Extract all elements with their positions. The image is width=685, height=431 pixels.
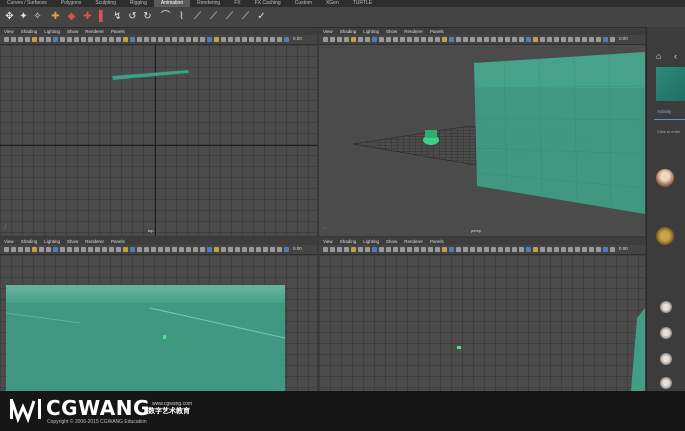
axis-gizmo-icon: ⌐ [323, 225, 328, 232]
lasso-tool-icon[interactable]: ✦ [18, 11, 29, 22]
back-arrow-icon[interactable]: ‹ [674, 51, 677, 61]
ik-handle-icon[interactable]: ↯ [112, 11, 123, 22]
shelf-tab-custom[interactable]: Custom [288, 0, 319, 7]
user-avatar[interactable] [660, 301, 672, 313]
shelf-tab-sculpting[interactable]: Sculpting [88, 0, 123, 7]
shelf-icon-bar: ✥ ✦ ✧ ✚ ◆ ✚ ▌ ↯ ↺ ↻ ⌒ ⌇ ⟋ ⟋ ⟋ ⟋ ✓ [0, 7, 685, 28]
shelf-tab-xgen[interactable]: XGen [319, 0, 346, 7]
brand-tagline: 数字艺术教育 [148, 408, 190, 415]
curve-icon[interactable]: ⌒ [160, 11, 171, 22]
joint-icon[interactable]: ↺ [127, 11, 138, 22]
side-view-object [457, 346, 461, 349]
home-icon[interactable]: ⌂ [656, 51, 661, 61]
user-avatar[interactable] [660, 353, 672, 365]
camera-icon[interactable]: ⟋ [240, 11, 251, 22]
shelf-tab-turtle[interactable]: TURTLE [346, 0, 379, 7]
move-tool-icon[interactable]: ✚ [50, 11, 61, 22]
user-avatar[interactable] [656, 169, 674, 187]
user-avatar[interactable] [660, 377, 672, 389]
viewport-bottom-right[interactable]: View Shading Lighting Show Renderer Panels 0.… [319, 238, 645, 391]
paint-select-icon[interactable]: ✧ [32, 11, 43, 22]
playblast-icon[interactable]: ⟋ [224, 11, 235, 22]
activity-tab[interactable]: Activity [657, 109, 671, 114]
persp-scene [352, 52, 645, 214]
copyright-text: Copyright © 2006-2015 CGWANG Education [47, 419, 147, 425]
viewport-bottom-left[interactable]: View Shading Lighting Show Renderer Panels 0.… [0, 238, 317, 391]
shelf-tab-fx[interactable]: FX [227, 0, 247, 7]
top-view-plane-edge [111, 69, 190, 81]
set-key-icon[interactable]: ✚ [82, 11, 93, 22]
camera-label: persp [471, 228, 482, 233]
skin-icon[interactable]: ↻ [142, 11, 153, 22]
comment-hint[interactable]: Click to enter [657, 129, 680, 134]
shelf-tab-curves[interactable]: Curves / Surfaces [0, 0, 54, 7]
camera-label: top [148, 228, 154, 233]
key-icon[interactable]: ◆ [66, 11, 77, 22]
constraint-icon[interactable]: ⌇ [176, 11, 187, 22]
cgwang-logo-icon [10, 399, 41, 423]
content-thumbnail[interactable] [656, 67, 685, 101]
watermark-footer: CGWANG www.cgwang.com 数字艺术教育 Copyright ©… [0, 391, 685, 431]
viewport-top-right[interactable]: View Shading Lighting Show Renderer Panels 0.… [319, 28, 645, 236]
user-avatar[interactable] [656, 227, 674, 245]
side-view-plane-edge [631, 308, 645, 391]
select-tool-icon[interactable]: ✥ [4, 11, 15, 22]
activity-tab-underline [654, 119, 685, 120]
front-view-object [163, 335, 166, 339]
anim-layer-icon[interactable]: ✓ [256, 11, 267, 22]
brand-name: CGWANG [46, 396, 150, 420]
user-avatar[interactable] [660, 327, 672, 339]
shelf-tab-polygons[interactable]: Polygons [54, 0, 89, 7]
shelf-tab-bar: Curves / Surfaces Polygons Sculpting Rig… [0, 0, 685, 7]
right-side-panel: ⌂ ‹ Activity Click to enter [646, 27, 685, 391]
breakdown-icon[interactable]: ▌ [97, 11, 108, 22]
motion-path-icon[interactable]: ⟋ [192, 11, 203, 22]
axis-gizmo-icon: ┘ [3, 226, 8, 232]
image-plane-road-lines [5, 307, 286, 339]
ghost-icon[interactable]: ⟋ [208, 11, 219, 22]
shelf-tab-fx-caching[interactable]: FX Caching [248, 0, 288, 7]
shelf-tab-rendering[interactable]: Rendering [190, 0, 227, 7]
shelf-tab-rigging[interactable]: Rigging [123, 0, 154, 7]
shelf-tab-animation[interactable]: Animation [153, 0, 191, 7]
viewport-top-left[interactable]: View Shading Lighting Show Renderer Panels 0.… [0, 28, 317, 236]
